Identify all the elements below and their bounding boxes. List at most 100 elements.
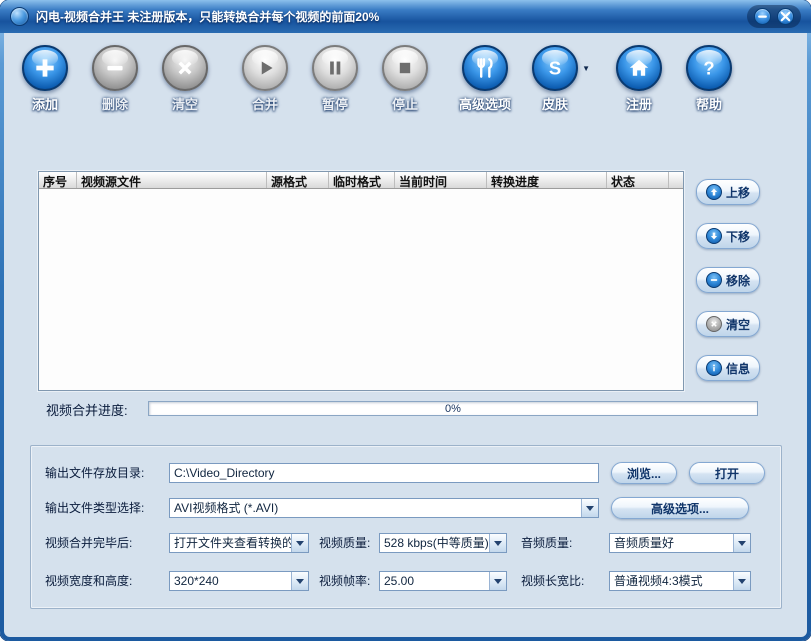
merge-button[interactable]: 合并 [236,45,294,113]
move-down-button[interactable]: 下移 [696,223,760,249]
col-header-source[interactable]: 视频源文件 [77,172,267,188]
after-merge-dropdown-button[interactable] [291,534,308,552]
audio-quality-dropdown[interactable]: 音频质量好 [609,533,751,553]
after-merge-value: 打开文件夹查看转换的 [174,536,291,550]
app-icon [10,7,29,26]
move-down-label: 下移 [725,229,750,244]
file-list-header: 序号 视频源文件 源格式 临时格式 当前时间 转换进度 状态 [39,172,683,189]
col-header-format[interactable]: 源格式 [267,172,329,188]
output-directory-input[interactable] [169,463,599,483]
video-quality-value: 528 kbps(中等质量) [384,536,489,550]
output-type-dropdown-button[interactable] [581,499,598,517]
delete-icon [92,45,138,91]
video-quality-label: 视频质量: [319,536,371,550]
aspect-ratio-dropdown[interactable]: 普通视频4:3模式 [609,571,751,591]
advanced-settings-label: 高级选项... [650,501,709,516]
close-icon [780,11,791,22]
skin-dropdown-arrow-icon[interactable]: ▼ [582,64,590,73]
minimize-button[interactable] [754,8,771,25]
open-button[interactable]: 打开 [689,462,765,484]
question-icon: ? [686,45,732,91]
col-header-temp[interactable]: 临时格式 [329,172,395,188]
aspect-ratio-label: 视频长宽比: [521,574,585,588]
open-label: 打开 [714,466,739,481]
advanced-settings-button[interactable]: 高级选项... [611,497,749,519]
delete-label: 删除 [101,97,128,112]
register-label: 注册 [625,97,652,112]
clear-list-label: 清空 [725,317,750,332]
move-up-label: 上移 [725,185,750,200]
output-type-dropdown[interactable]: AVI视频格式 (*.AVI) [169,498,599,518]
chevron-down-icon [494,578,502,584]
help-button[interactable]: ? 帮助 [680,45,738,113]
pause-button[interactable]: 暂停 [306,45,364,113]
stop-button[interactable]: 停止 [376,45,434,113]
output-directory-label: 输出文件存放目录: [45,466,145,480]
framerate-dropdown[interactable]: 25.00 [379,571,507,591]
output-type-value: AVI视频格式 (*.AVI) [174,501,279,515]
toolbar: 添加 删除 清空 合并 暂停 停止 高级选项 S ▼ 皮肤 注册 ? 帮助 [16,45,750,113]
aspect-ratio-dropdown-button[interactable] [733,572,750,590]
app-window: 闪电-视频合并王 未注册版本，只能转换合并每个视频的前面20% 添加 删除 清空… [0,0,811,641]
video-quality-dropdown[interactable]: 528 kbps(中等质量) [379,533,507,553]
clear-button[interactable]: 清空 [156,45,214,113]
svg-text:S: S [549,58,561,79]
clear-list-button[interactable]: 清空 [696,311,760,337]
merge-progress-label: 视频合并进度: [46,403,128,418]
advanced-options-label: 高级选项 [458,97,511,112]
skin-icon: S [532,45,578,91]
audio-quality-dropdown-button[interactable] [733,534,750,552]
titlebar-buttons [747,5,801,28]
info-label: 信息 [725,361,750,376]
chevron-down-icon [296,540,304,546]
play-icon [242,45,288,91]
add-button[interactable]: 添加 [16,45,74,113]
skin-button[interactable]: S ▼ 皮肤 [526,45,590,113]
tools-icon [462,45,508,91]
stop-label: 停止 [391,97,418,112]
col-header-progress[interactable]: 转换进度 [487,172,607,188]
skin-label: 皮肤 [541,97,568,112]
move-up-button[interactable]: 上移 [696,179,760,205]
down-arrow-icon [705,228,722,244]
dimensions-value: 320*240 [174,574,219,588]
clear-icon [162,45,208,91]
home-icon [616,45,662,91]
merge-progress-bar: 0% [148,401,758,416]
stop-icon [382,45,428,91]
file-list-body[interactable] [39,189,683,390]
file-list-table: 序号 视频源文件 源格式 临时格式 当前时间 转换进度 状态 [38,171,684,391]
clear-label: 清空 [171,97,198,112]
svg-text:?: ? [703,58,714,79]
register-button[interactable]: 注册 [610,45,668,113]
col-header-filler [669,172,683,188]
dimensions-dropdown[interactable]: 320*240 [169,571,309,591]
titlebar[interactable]: 闪电-视频合并王 未注册版本，只能转换合并每个视频的前面20% [0,0,811,33]
chevron-down-icon [494,540,502,546]
delete-button[interactable]: 删除 [86,45,144,113]
browse-button[interactable]: 浏览... [611,462,677,484]
after-merge-dropdown[interactable]: 打开文件夹查看转换的 [169,533,309,553]
video-quality-dropdown-button[interactable] [489,534,506,552]
output-settings-panel: 输出文件存放目录: 浏览... 打开 输出文件类型选择: AVI视频格式 (*.… [30,445,782,609]
framerate-dropdown-button[interactable] [489,572,506,590]
advanced-options-button[interactable]: 高级选项 [456,45,514,113]
remove-button[interactable]: 移除 [696,267,760,293]
dimensions-dropdown-button[interactable] [291,572,308,590]
chevron-down-icon [738,540,746,546]
col-header-index[interactable]: 序号 [39,172,77,188]
side-button-column: 上移 下移 移除 清空 信息 [696,179,760,381]
client-area: 添加 删除 清空 合并 暂停 停止 高级选项 S ▼ 皮肤 注册 ? 帮助 序号… [4,33,807,637]
after-merge-label: 视频合并完毕后: [45,536,133,550]
info-button[interactable]: 信息 [696,355,760,381]
chevron-down-icon [586,505,594,511]
pause-label: 暂停 [321,97,348,112]
chevron-down-icon [738,578,746,584]
col-header-time[interactable]: 当前时间 [395,172,487,188]
dimensions-label: 视频宽度和高度: [45,574,133,588]
close-button[interactable] [777,8,794,25]
output-type-label: 输出文件类型选择: [45,501,145,515]
window-title: 闪电-视频合并王 未注册版本，只能转换合并每个视频的前面20% [36,10,380,24]
col-header-status[interactable]: 状态 [607,172,669,188]
audio-quality-value: 音频质量好 [614,536,675,550]
